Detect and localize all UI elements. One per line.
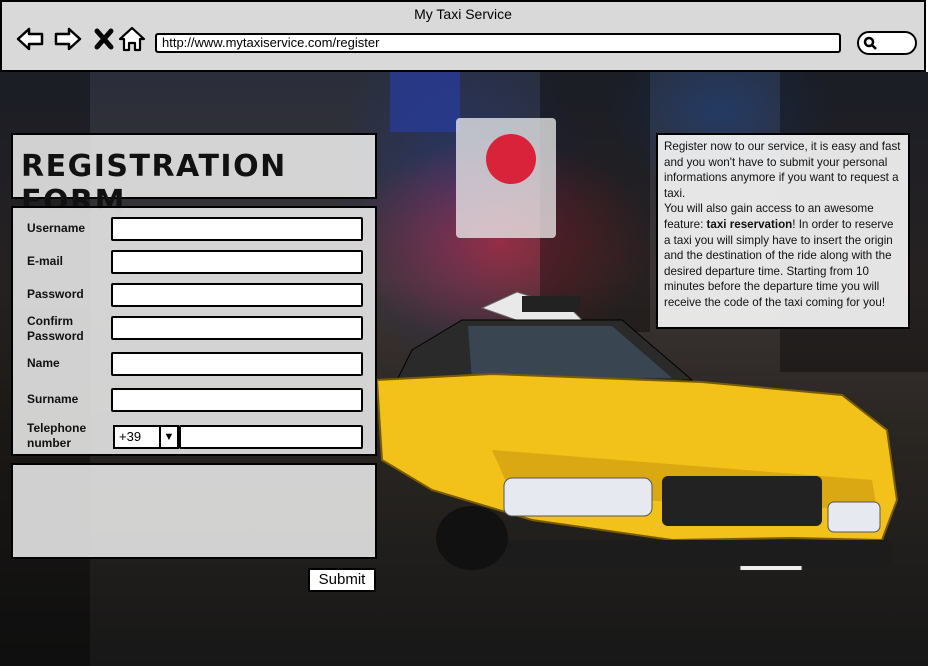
registration-fields-panel: Username E-mail Password Confirm Passwor… [11, 206, 377, 456]
surname-field[interactable] [111, 388, 363, 412]
message-area [11, 463, 377, 559]
close-icon[interactable] [90, 25, 118, 53]
billboard-image [390, 72, 460, 132]
name-label: Name [27, 356, 60, 370]
info-paragraph-2-end: ! In order to reserve a taxi you will si… [664, 217, 894, 309]
browser-window: My Taxi Service http://www.mytaxiservice… [0, 0, 926, 72]
back-arrow-icon[interactable] [16, 25, 44, 53]
surname-label: Surname [27, 392, 79, 406]
form-title-panel: REGISTRATION FORM [11, 133, 377, 219]
confirm-password-label: Confirm Password [27, 314, 84, 343]
search-field[interactable] [857, 31, 917, 55]
country-code-select[interactable]: +39 ▼ [113, 425, 179, 449]
email-label: E-mail [27, 254, 64, 268]
password-label: Password [27, 287, 84, 301]
info-text-box: Register now to our service, it is easy … [656, 133, 910, 329]
username-label: Username [27, 221, 86, 235]
feature-highlight: taxi reservation [706, 217, 793, 231]
page-background: REGISTRATION FORM Username E-mail Passwo… [0, 72, 928, 666]
email-field[interactable] [111, 250, 363, 274]
home-icon[interactable] [118, 25, 146, 53]
dropdown-arrow-icon[interactable]: ▼ [159, 427, 177, 447]
telephone-label: Telephone number [27, 421, 87, 450]
telephone-field[interactable] [179, 425, 363, 449]
country-code-value: +39 [119, 429, 142, 444]
forward-arrow-icon[interactable] [54, 25, 82, 53]
billboard-logo [486, 134, 536, 184]
confirm-password-field[interactable] [111, 316, 363, 340]
password-field[interactable] [111, 283, 363, 307]
name-field[interactable] [111, 352, 363, 376]
search-icon [863, 36, 877, 50]
submit-button[interactable]: Submit [308, 568, 376, 592]
window-title: My Taxi Service [414, 6, 512, 22]
address-bar[interactable]: http://www.mytaxiservice.com/register [155, 33, 841, 53]
info-paragraph-1: Register now to our service, it is easy … [664, 140, 901, 200]
username-field[interactable] [111, 217, 363, 241]
